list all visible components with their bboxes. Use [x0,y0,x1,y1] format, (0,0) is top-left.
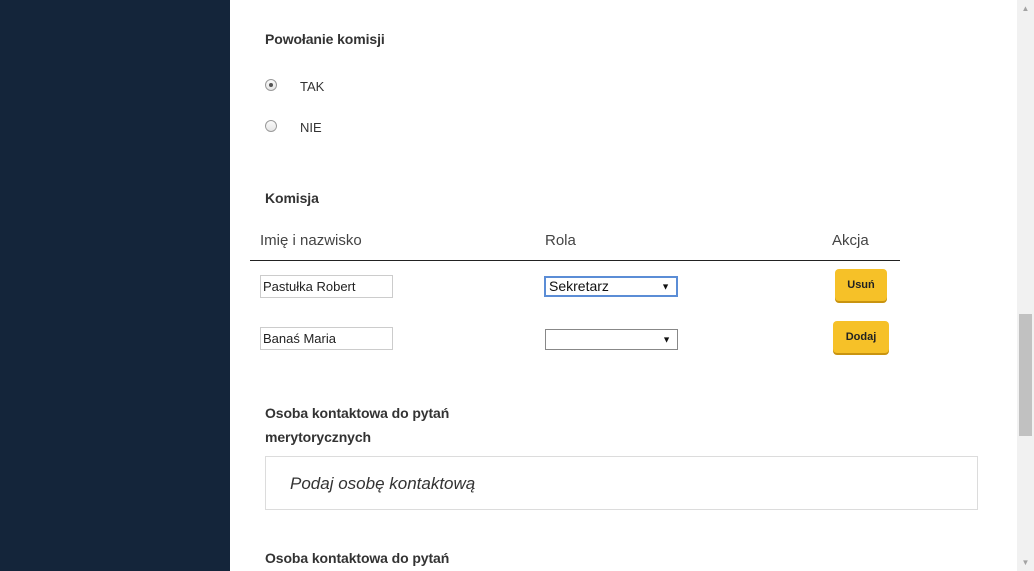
member-role-select[interactable]: ▼ [545,329,678,350]
dropdown-arrow-icon: ▼ [661,281,670,291]
section-title-commission-appointment: Powołanie komisji [265,31,385,47]
table-header-rule [250,260,900,261]
scroll-up-icon[interactable]: ▲ [1017,0,1034,17]
member-name-input[interactable]: Pastułka Robert [260,275,393,298]
radio-tak[interactable] [265,79,277,91]
sidebar [0,0,230,571]
contact-person-field[interactable]: Podaj osobę kontaktową [265,456,978,510]
main-content: Powołanie komisji TAK NIE Komisja Imię i… [230,0,1017,571]
member-role-select[interactable]: Sekretarz ▼ [544,276,678,297]
contact-person-placeholder: Podaj osobę kontaktową [290,474,476,493]
radio-label-tak: TAK [300,79,325,94]
radio-label-nie: NIE [300,120,322,135]
vertical-scrollbar[interactable]: ▲ ▼ [1017,0,1034,571]
column-header-role: Rola [545,232,576,249]
remove-member-button[interactable]: Usuń [835,269,887,301]
section-title-contact-substantive-line2: merytorycznych [265,429,371,445]
dropdown-arrow-icon: ▼ [662,334,671,344]
section-title-contact-next: Osoba kontaktowa do pytań [265,550,450,566]
column-header-action: Akcja [832,232,869,249]
scroll-down-icon[interactable]: ▼ [1017,554,1034,571]
add-member-button[interactable]: Dodaj [833,321,889,353]
scrollbar-thumb[interactable] [1019,314,1032,436]
member-name-input[interactable]: Banaś Maria [260,327,393,350]
member-role-value: Sekretarz [549,278,609,294]
column-header-name: Imię i nazwisko [260,232,362,249]
section-title-contact-substantive-line1: Osoba kontaktowa do pytań [265,405,450,421]
section-title-commission: Komisja [265,190,319,206]
radio-nie[interactable] [265,120,277,132]
